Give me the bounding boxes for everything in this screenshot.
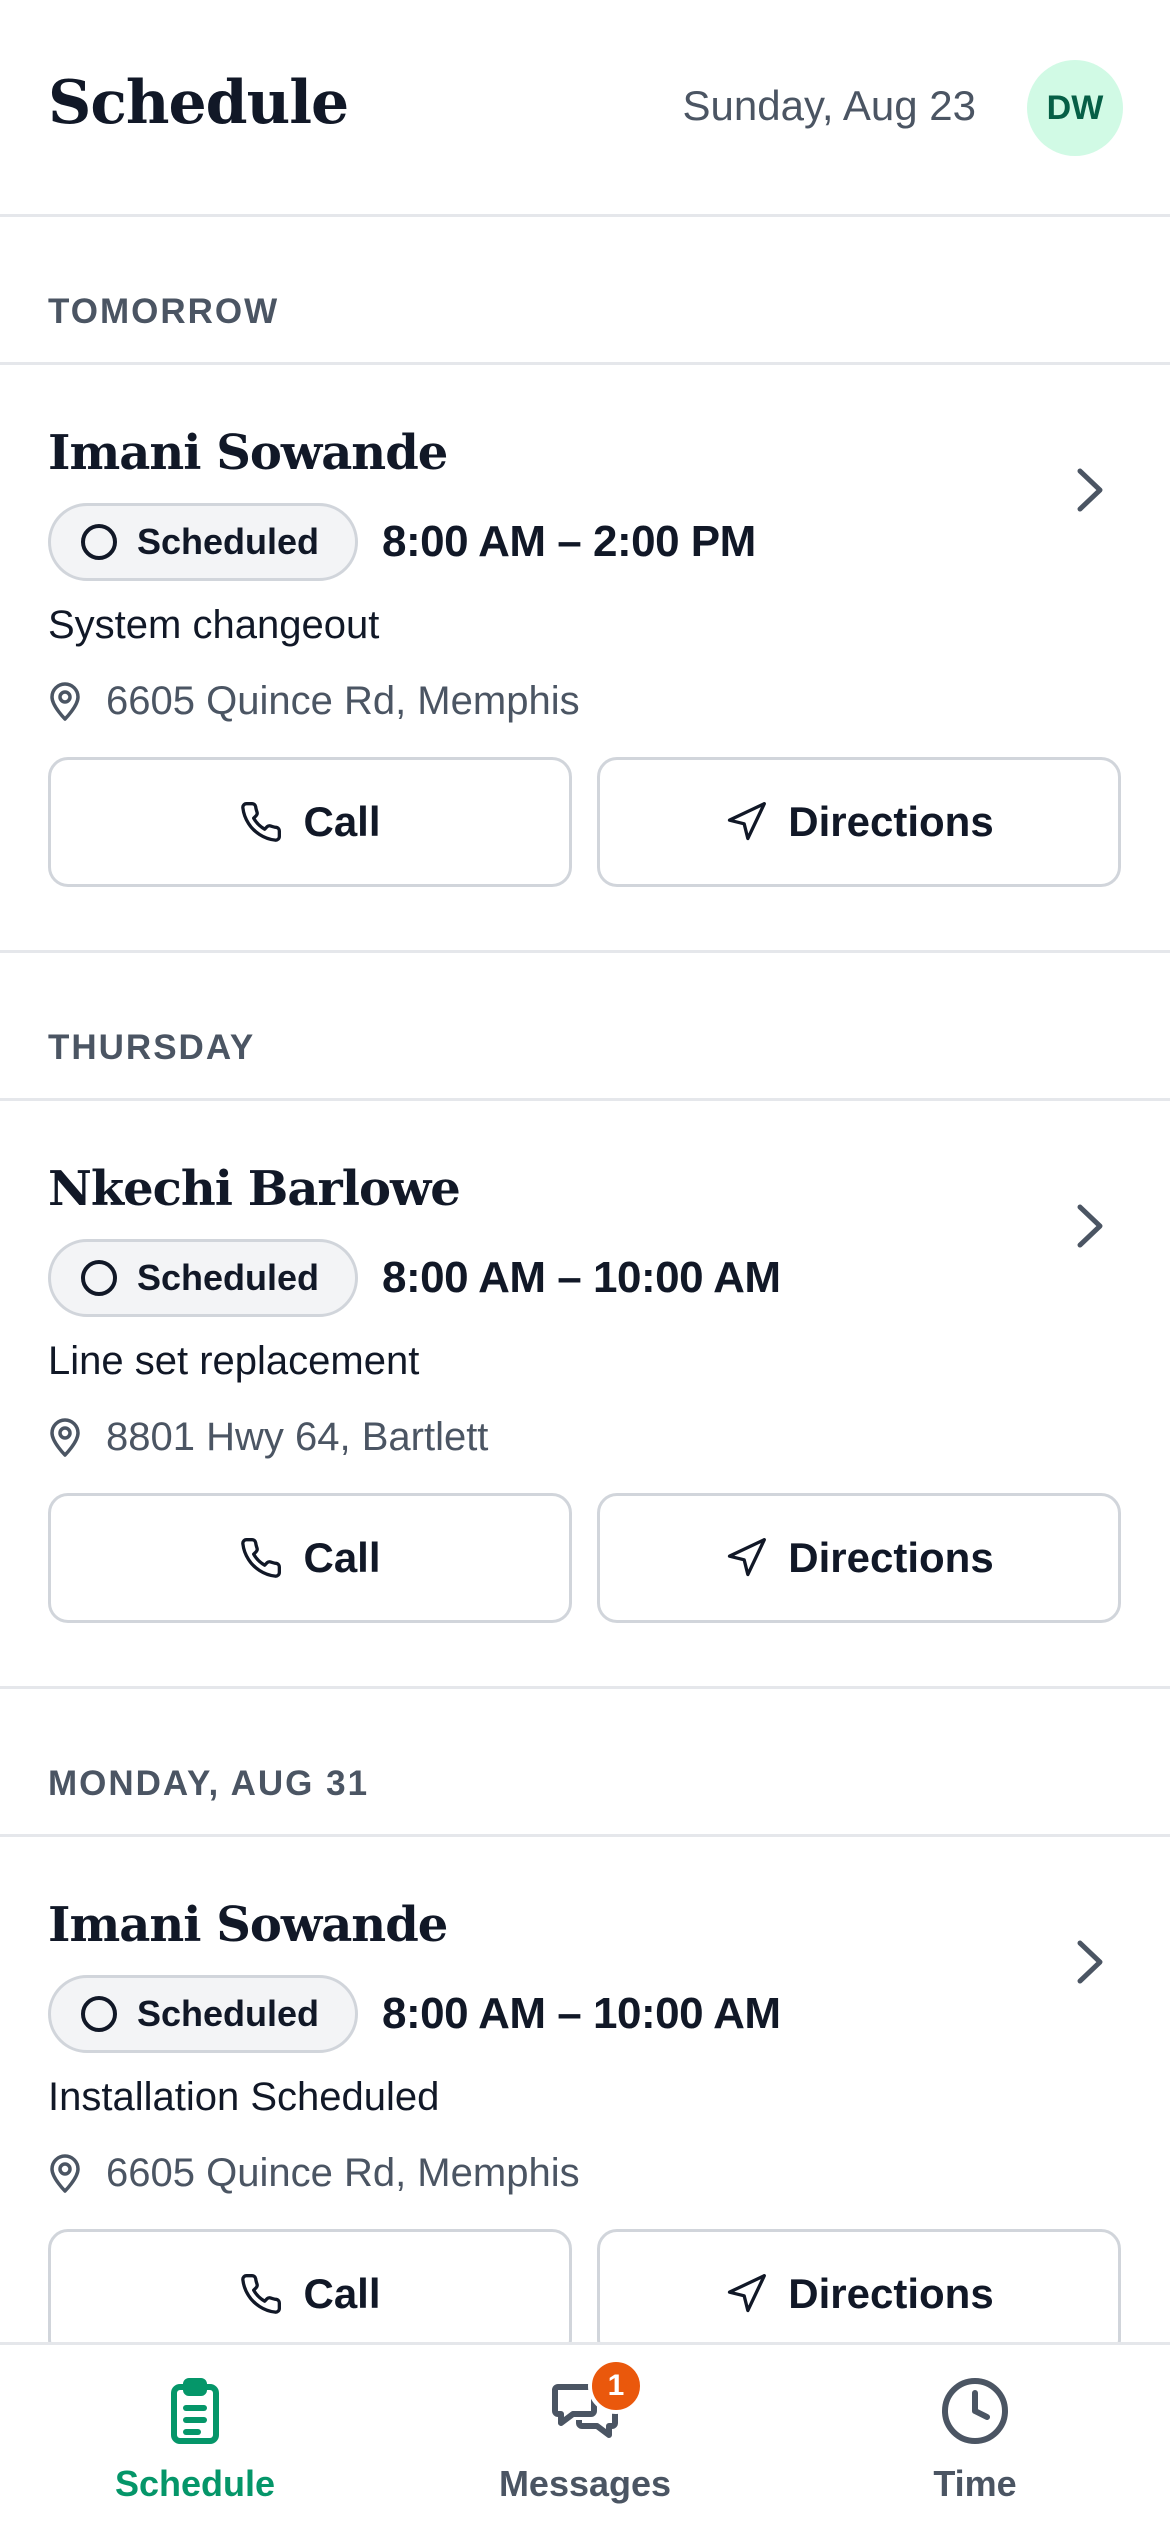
job-time: 8:00 AM – 10:00 AM (382, 1989, 781, 2038)
call-button-label: Call (303, 2270, 381, 2317)
map-pin-icon (50, 2153, 80, 2193)
tab-time[interactable]: Time (780, 2345, 1170, 2532)
navigation-arrow-icon (728, 2274, 767, 2313)
status-badge: Scheduled (48, 1239, 358, 1317)
call-button[interactable]: Call (48, 1493, 572, 1623)
status-label: Scheduled (137, 521, 320, 562)
avatar[interactable]: DW (1027, 60, 1123, 156)
status-label: Scheduled (137, 1993, 320, 2034)
section-heading-monday-aug-31: MONDAY, AUG 31 (0, 1689, 1170, 1837)
customer-name: Nkechi Barlowe (48, 1161, 461, 1217)
status-label: Scheduled (137, 1257, 320, 1298)
schedule-list: TOMORROW Imani Sowande Scheduled 8:00 AM… (0, 217, 1170, 2342)
address-text: 8801 Hwy 64, Bartlett (106, 1415, 489, 1459)
tab-schedule[interactable]: Schedule (0, 2345, 390, 2532)
tab-schedule-label: Schedule (114, 2463, 276, 2504)
tab-messages[interactable]: Messages (390, 2345, 780, 2532)
directions-button-label: Directions (788, 1534, 994, 1581)
clock-icon (942, 2378, 1008, 2444)
chevron-right-icon[interactable] (1070, 1937, 1110, 1987)
job-address: 8801 Hwy 64, Bartlett (48, 1415, 488, 1460)
customer-name: Imani Sowande (48, 425, 448, 481)
clipboard-icon (171, 2378, 219, 2444)
status-badge: Scheduled (48, 1975, 358, 2053)
job-description: Installation Scheduled (48, 2075, 440, 2119)
phone-icon (241, 1538, 282, 1578)
status-circle-icon (81, 1260, 117, 1296)
navigation-arrow-icon (728, 1538, 767, 1577)
call-button-label: Call (303, 798, 381, 845)
job-card[interactable]: Nkechi Barlowe Scheduled 8:00 AM – 10:00… (0, 1101, 1170, 1689)
job-address: 6605 Quince Rd, Memphis (48, 679, 580, 724)
map-pin-icon (50, 1417, 80, 1457)
page-title: Schedule (48, 68, 349, 138)
section-heading-label: MONDAY, AUG 31 (48, 1764, 370, 1803)
tab-time-label: Time (933, 2463, 1017, 2504)
bottom-tab-bar: Schedule Messages Time (0, 2342, 1170, 2532)
call-button[interactable]: Call (48, 2229, 572, 2342)
status-circle-icon (81, 1996, 117, 2032)
header-date: Sunday, Aug 23 (682, 82, 976, 129)
phone-icon (241, 802, 282, 842)
section-heading-label: THURSDAY (48, 1028, 256, 1067)
job-address: 6605 Quince Rd, Memphis (48, 2151, 580, 2196)
job-time: 8:00 AM – 10:00 AM (382, 1253, 781, 1302)
call-button-label: Call (303, 1534, 381, 1581)
chevron-right-icon[interactable] (1070, 1201, 1110, 1251)
job-description: Line set replacement (48, 1339, 420, 1383)
messages-unread-badge: 1 (588, 2358, 644, 2414)
status-circle-icon (81, 524, 117, 560)
directions-button[interactable]: Directions (597, 1493, 1121, 1623)
job-description: System changeout (48, 603, 380, 647)
status-badge: Scheduled (48, 503, 358, 581)
tab-messages-label: Messages (498, 2463, 672, 2504)
call-button[interactable]: Call (48, 757, 572, 887)
section-heading-tomorrow: TOMORROW (0, 217, 1170, 365)
address-text: 6605 Quince Rd, Memphis (106, 2151, 580, 2195)
job-card[interactable]: Imani Sowande Scheduled 8:00 AM – 10:00 … (0, 1837, 1170, 2342)
chevron-right-icon[interactable] (1070, 465, 1110, 515)
directions-button[interactable]: Directions (597, 757, 1121, 887)
job-card[interactable]: Imani Sowande Scheduled 8:00 AM – 2:00 P… (0, 365, 1170, 953)
job-time: 8:00 AM – 2:00 PM (382, 517, 756, 566)
navigation-arrow-icon (728, 802, 767, 841)
customer-name: Imani Sowande (48, 1897, 448, 1953)
phone-icon (241, 2274, 282, 2314)
map-pin-icon (50, 681, 80, 721)
directions-button[interactable]: Directions (597, 2229, 1121, 2342)
app-header: Schedule Sunday, Aug 23 DW (0, 0, 1170, 217)
address-text: 6605 Quince Rd, Memphis (106, 679, 580, 723)
directions-button-label: Directions (788, 2270, 994, 2317)
section-heading-label: TOMORROW (48, 292, 280, 331)
section-heading-thursday: THURSDAY (0, 953, 1170, 1101)
directions-button-label: Directions (788, 798, 994, 845)
